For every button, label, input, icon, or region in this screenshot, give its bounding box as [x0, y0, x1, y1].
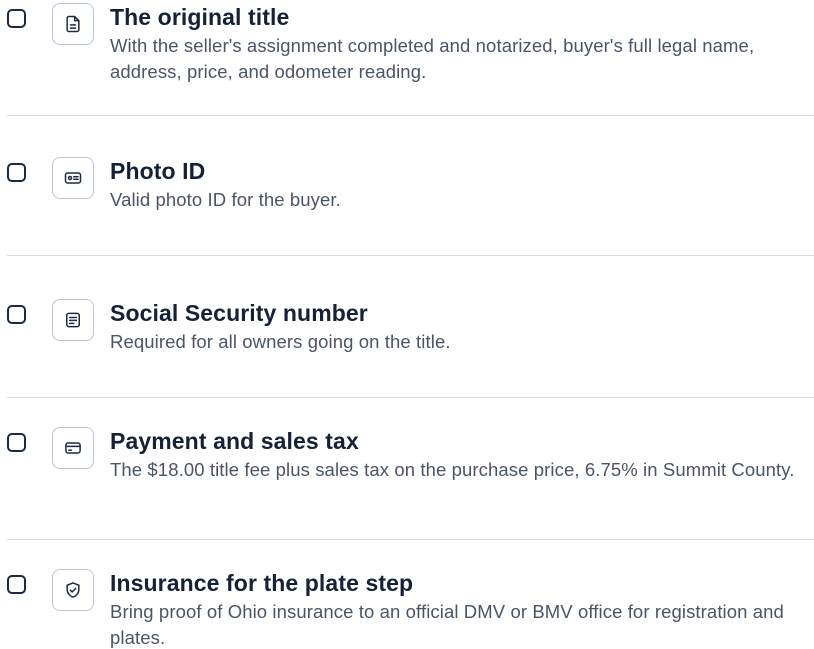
item-description: Required for all owners going on the tit…: [110, 331, 451, 352]
divider: [7, 397, 814, 398]
item-description: Valid photo ID for the buyer.: [110, 189, 341, 210]
divider: [7, 255, 814, 256]
item-description: The $18.00 title fee plus sales tax on t…: [110, 459, 795, 480]
item-title: Photo ID: [110, 158, 206, 184]
divider: [7, 539, 814, 540]
list-document-icon: [52, 299, 94, 341]
checkbox[interactable]: [7, 575, 26, 594]
shield-check-icon: [52, 569, 94, 611]
item-title: Social Security number: [110, 300, 368, 326]
divider: [7, 115, 814, 116]
checkbox[interactable]: [7, 433, 26, 452]
document-icon: [52, 3, 94, 45]
checkbox[interactable]: [7, 163, 26, 182]
item-title: Payment and sales tax: [110, 428, 359, 454]
item-description: With the seller's assignment completed a…: [110, 35, 755, 82]
item-title: The original title: [110, 4, 290, 30]
credit-card-icon: [52, 427, 94, 469]
id-card-icon: [52, 157, 94, 199]
item-description: Bring proof of Ohio insurance to an offi…: [110, 601, 784, 648]
checkbox[interactable]: [7, 9, 26, 28]
item-title: Insurance for the plate step: [110, 570, 414, 596]
checkbox[interactable]: [7, 305, 26, 324]
